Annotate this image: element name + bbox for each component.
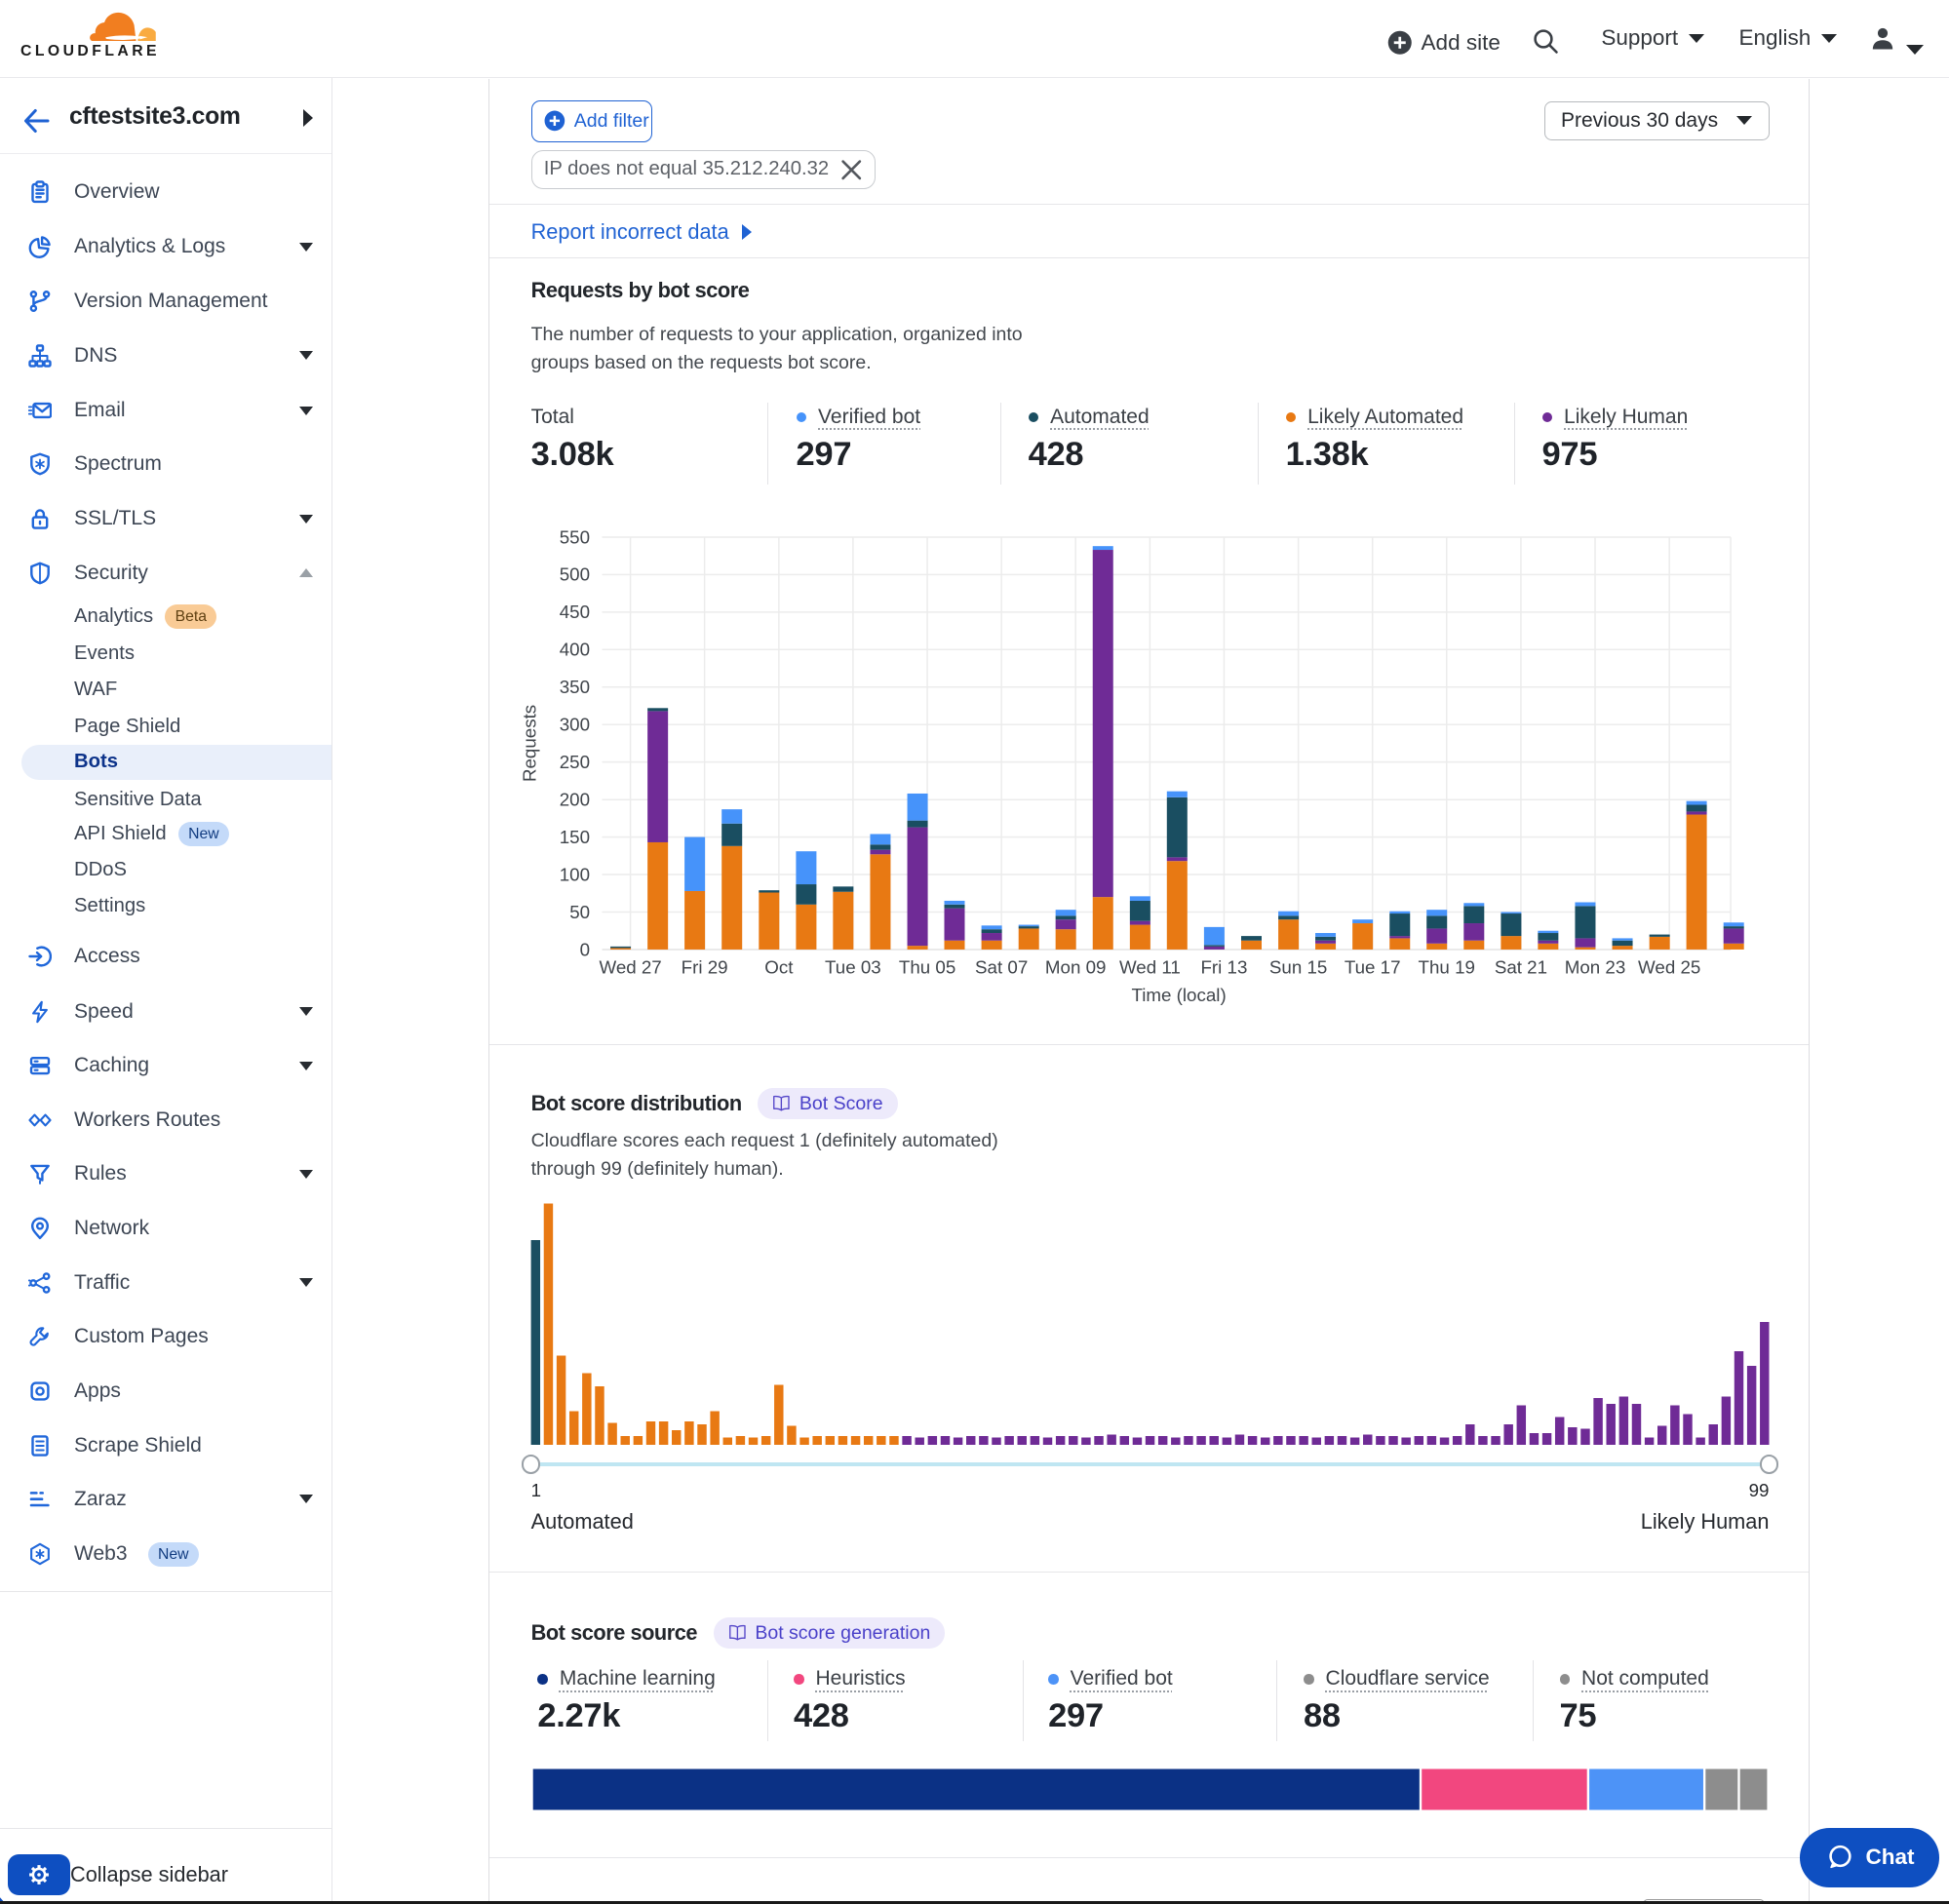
- svg-text:Fri 13: Fri 13: [1200, 956, 1247, 977]
- svg-text:Requests: Requests: [520, 705, 540, 782]
- svg-text:250: 250: [560, 752, 590, 772]
- svg-text:200: 200: [560, 789, 590, 809]
- svg-text:Tue 03: Tue 03: [825, 956, 881, 977]
- svg-text:400: 400: [560, 640, 590, 660]
- svg-text:Wed 25: Wed 25: [1638, 956, 1700, 977]
- svg-text:150: 150: [560, 827, 590, 847]
- svg-text:Oct: Oct: [764, 956, 794, 977]
- svg-text:550: 550: [560, 526, 590, 547]
- svg-text:450: 450: [560, 602, 590, 622]
- svg-text:300: 300: [560, 715, 590, 735]
- svg-text:Time (local): Time (local): [1131, 985, 1226, 1005]
- svg-text:Fri 29: Fri 29: [682, 956, 728, 977]
- svg-text:Mon 09: Mon 09: [1045, 956, 1107, 977]
- svg-text:Sat 07: Sat 07: [975, 956, 1028, 977]
- svg-text:Sat 21: Sat 21: [1495, 956, 1547, 977]
- svg-text:Wed 11: Wed 11: [1119, 956, 1181, 977]
- svg-text:Thu 19: Thu 19: [1419, 956, 1475, 977]
- svg-text:50: 50: [569, 902, 590, 922]
- svg-text:Wed 27: Wed 27: [599, 956, 661, 977]
- svg-text:0: 0: [580, 939, 590, 959]
- svg-text:Mon 23: Mon 23: [1565, 956, 1626, 977]
- svg-text:Thu 05: Thu 05: [899, 956, 955, 977]
- svg-text:100: 100: [560, 864, 590, 884]
- svg-text:Sun 15: Sun 15: [1269, 956, 1327, 977]
- svg-text:500: 500: [560, 564, 590, 585]
- svg-text:350: 350: [560, 677, 590, 697]
- svg-text:Tue 17: Tue 17: [1345, 956, 1401, 977]
